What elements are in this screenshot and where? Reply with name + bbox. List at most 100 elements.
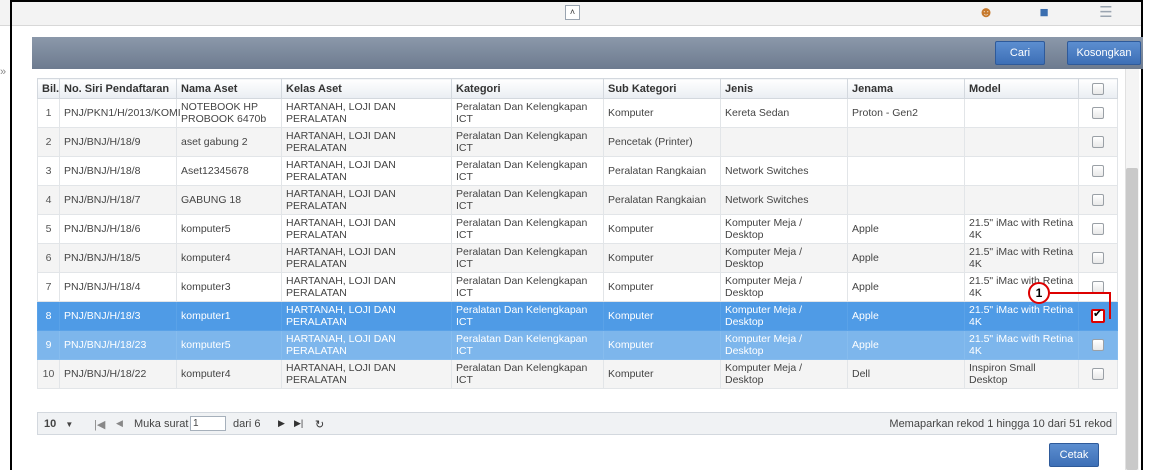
row-number: 10 [37,359,60,389]
row-checkbox-cell[interactable] [1078,98,1118,128]
column-header-bil[interactable]: Bil. [37,78,60,99]
kosongkan-button[interactable]: Kosongkan [1067,41,1141,65]
column-header-model[interactable]: Model [964,78,1079,99]
page-size-select[interactable]: 10 ▼ [44,418,73,430]
row-checkbox-cell[interactable] [1078,301,1118,331]
sub-kategori-cell: Pencetak (Printer) [603,127,721,157]
checkbox-icon[interactable] [1092,82,1104,95]
table-row[interactable]: 10 PNJ/BNJ/H/18/22 komputer4 HARTANAH, LOJI… [37,359,1118,389]
checkbox-icon[interactable] [1092,368,1104,381]
jenama-cell: Apple [847,330,965,360]
row-checkbox-cell[interactable] [1078,272,1118,302]
user-settings-icon[interactable]: ☻ [976,3,996,22]
row-checkbox-cell[interactable] [1078,359,1118,389]
row-checkbox-cell[interactable] [1078,330,1118,360]
checkbox-icon[interactable] [1092,252,1104,265]
sub-kategori-cell: Komputer [603,330,721,360]
row-number: 1 [37,98,60,128]
checked-checkbox-icon[interactable] [1091,308,1105,323]
row-number: 9 [37,330,60,360]
next-page-icon[interactable]: ▶ [278,418,285,429]
checkbox-icon[interactable] [1092,136,1104,149]
sub-kategori-cell: Komputer [603,301,721,331]
nama-aset-cell: komputer4 [176,359,282,389]
sub-kategori-cell: Komputer [603,214,721,244]
column-header-jenis[interactable]: Jenis [720,78,848,99]
nama-aset-cell: komputer5 [176,214,282,244]
column-header-kategori[interactable]: Kategori [451,78,604,99]
pagination-bar: 10 ▼ |◀ ◀ Muka surat 1 dari 6 ▶ ▶| ↻ Mem… [37,412,1117,435]
cari-button[interactable]: Cari [995,41,1045,65]
table-row[interactable]: 7 PNJ/BNJ/H/18/4 komputer3 HARTANAH, LOJI D… [37,272,1118,302]
row-checkbox-cell[interactable] [1078,185,1118,215]
checkbox-icon[interactable] [1092,194,1104,207]
column-header-nama-aset[interactable]: Nama Aset [176,78,282,99]
jenama-cell: Apple [847,272,965,302]
save-disk-icon[interactable]: ■ [1034,3,1054,22]
jenis-cell: Komputer Meja / Desktop [720,272,848,302]
model-cell [964,127,1079,157]
callout-connector-vertical [1109,292,1111,319]
table-row[interactable]: 3 PNJ/BNJ/H/18/8 Aset12345678 HARTANAH, LOJ… [37,156,1118,186]
nama-aset-cell: GABUNG 18 [176,185,282,215]
jenis-cell: Komputer Meja / Desktop [720,301,848,331]
last-page-icon[interactable]: ▶| [294,418,303,429]
jenama-cell: Apple [847,243,965,273]
kelas-aset-cell: HARTANAH, LOJI DAN PERALATAN [281,127,452,157]
kategori-cell: Peralatan Dan Kelengkapan ICT [451,214,604,244]
table-row[interactable]: 6 PNJ/BNJ/H/18/5 komputer4 HARTANAH, LOJI D… [37,243,1118,273]
table-row[interactable]: 4 PNJ/BNJ/H/18/7 GABUNG 18 HARTANAH, LOJI D… [37,185,1118,215]
page-number-input[interactable]: 1 [190,416,226,431]
kelas-aset-cell: HARTANAH, LOJI DAN PERALATAN [281,156,452,186]
row-checkbox-cell[interactable] [1078,156,1118,186]
table-row[interactable]: 8 PNJ/BNJ/H/18/3 komputer1 HARTANAH, LOJI D… [37,301,1118,331]
previous-page-icon[interactable]: ◀ [116,418,123,429]
right-strip [1143,0,1157,470]
row-number: 2 [37,127,60,157]
table-row[interactable]: 5 PNJ/BNJ/H/18/6 komputer5 HARTANAH, LOJI D… [37,214,1118,244]
column-header-sub-kategori[interactable]: Sub Kategori [603,78,721,99]
table-row[interactable]: 9 PNJ/BNJ/H/18/23 komputer5 HARTANAH, LOJI … [37,330,1118,360]
model-cell: Inspiron Small Desktop [964,359,1079,389]
kelas-aset-cell: HARTANAH, LOJI DAN PERALATAN [281,98,452,128]
row-number: 6 [37,243,60,273]
kategori-cell: Peralatan Dan Kelengkapan ICT [451,127,604,157]
jenama-cell: Apple [847,214,965,244]
row-checkbox-cell[interactable] [1078,214,1118,244]
first-page-icon[interactable]: |◀ [94,418,105,431]
left-gutter: » [0,26,10,470]
expand-panel-icon[interactable]: » [0,66,6,78]
select-all-checkbox[interactable] [1078,78,1118,99]
jenis-cell [720,127,848,157]
kelas-aset-cell: HARTANAH, LOJI DAN PERALATAN [281,330,452,360]
kelas-aset-cell: HARTANAH, LOJI DAN PERALATAN [281,272,452,302]
row-checkbox-cell[interactable] [1078,127,1118,157]
page-size-value: 10 [44,418,57,430]
kategori-cell: Peralatan Dan Kelengkapan ICT [451,185,604,215]
row-number: 5 [37,214,60,244]
list-view-icon[interactable]: ☰ [1095,3,1117,22]
model-cell [964,185,1079,215]
jenis-cell: Komputer Meja / Desktop [720,330,848,360]
scrollbar-thumb[interactable] [1126,168,1138,470]
table-row[interactable]: 1 PNJ/PKN1/H/2013/KOMI NOTEBOOK HP PROBOOK… [37,98,1118,128]
column-header-kelas-aset[interactable]: Kelas Aset [281,78,452,99]
refresh-icon[interactable]: ↻ [315,418,324,431]
column-header-no-siri[interactable]: No. Siri Pendaftaran [59,78,177,99]
cetak-button[interactable]: Cetak [1049,443,1099,467]
checkbox-icon[interactable] [1092,107,1104,120]
row-checkbox-cell[interactable] [1078,243,1118,273]
checkbox-icon[interactable] [1092,223,1104,236]
checkbox-icon[interactable] [1092,339,1104,352]
table-row[interactable]: 2 PNJ/BNJ/H/18/9 aset gabung 2 HARTANAH, LO… [37,127,1118,157]
jenis-cell: Network Switches [720,185,848,215]
dari-label: dari 6 [233,418,261,430]
chevrons-up-icon[interactable]: ˄ [565,5,580,20]
checkbox-icon[interactable] [1092,165,1104,178]
kelas-aset-cell: HARTANAH, LOJI DAN PERALATAN [281,243,452,273]
nama-aset-cell: komputer5 [176,330,282,360]
kategori-cell: Peralatan Dan Kelengkapan ICT [451,156,604,186]
column-header-jenama[interactable]: Jenama [847,78,965,99]
kategori-cell: Peralatan Dan Kelengkapan ICT [451,330,604,360]
no-siri-cell: PNJ/PKN1/H/2013/KOMI [59,98,181,128]
